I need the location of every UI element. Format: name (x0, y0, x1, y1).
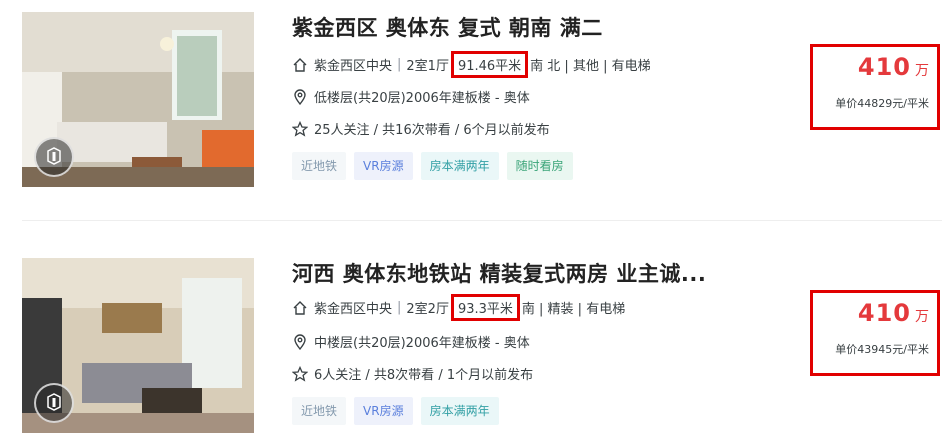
details-text: 南 | 精装 | 有电梯 (521, 302, 626, 317)
area-text: 91.46平米 (457, 59, 522, 74)
location-pin-icon (292, 333, 308, 350)
tag-list: 近地铁 VR房源 房本满两年 (292, 397, 499, 425)
total-price: 410 万 (858, 53, 929, 81)
separator: | (397, 57, 402, 72)
star-icon (291, 365, 309, 382)
floor-info-text[interactable]: 中楼层(共20层)2006年建板楼 - 奥体 (314, 332, 530, 351)
community-link[interactable]: 紫金西区中央 (314, 55, 392, 74)
house-info-row: 紫金西区中央 | 2室2厅 93.3平米 南 | 精装 | 有电梯 (292, 294, 625, 321)
listing-photo[interactable] (22, 258, 254, 433)
tag-vr: VR房源 (354, 397, 413, 425)
listing-divider (22, 220, 942, 221)
listing-title[interactable]: 河西 奥体东地铁站 精装复式两房 业主诚... (292, 258, 706, 288)
position-info-row: 低楼层(共20层)2006年建板楼 - 奥体 (292, 87, 530, 106)
area-highlight: 91.46平米 (450, 51, 529, 78)
tag-anytime-viewing: 随时看房 (506, 152, 573, 180)
position-info-row: 中楼层(共20层)2006年建板楼 - 奥体 (292, 332, 530, 351)
price-highlight-box: 410 万 单价43945元/平米 (810, 290, 940, 376)
details-text: 南 北 | 其他 | 有电梯 (530, 59, 651, 74)
floor-info-text[interactable]: 低楼层(共20层)2006年建板楼 - 奥体 (314, 87, 530, 106)
location-pin-icon (292, 88, 308, 105)
listing-title[interactable]: 紫金西区 奥体东 复式 朝南 满二 (292, 12, 603, 42)
tag-vr: VR房源 (354, 152, 413, 180)
total-price-value: 410 (857, 53, 911, 81)
vr-badge-icon (34, 137, 74, 177)
layout-text: 2室2厅 (406, 302, 449, 317)
area-highlight: 93.3平米 (450, 294, 520, 321)
unit-price: 单价43945元/平米 (835, 343, 929, 356)
tag-list: 近地铁 VR房源 房本满两年 随时看房 (292, 152, 573, 180)
separator: | (397, 300, 402, 315)
total-price-unit: 万 (915, 309, 929, 325)
price-highlight-box: 410 万 单价44829元/平米 (810, 44, 940, 130)
vr-badge-icon (34, 383, 74, 423)
house-icon (292, 57, 308, 73)
follow-info-text: 6人关注 / 共8次带看 / 1个月以前发布 (314, 368, 534, 383)
total-price-unit: 万 (915, 63, 929, 79)
total-price-value: 410 (857, 299, 911, 327)
follow-info-row: 25人关注 / 共16次带看 / 6个月以前发布 (291, 119, 550, 138)
listing-photo[interactable] (22, 12, 254, 187)
layout-text: 2室1厅 (406, 59, 449, 74)
tag-near-subway: 近地铁 (292, 152, 347, 180)
star-icon (291, 120, 309, 137)
community-link[interactable]: 紫金西区中央 (314, 298, 392, 317)
follow-info-row: 6人关注 / 共8次带看 / 1个月以前发布 (291, 364, 534, 383)
house-info-row: 紫金西区中央 | 2室1厅 91.46平米 南 北 | 其他 | 有电梯 (292, 51, 651, 78)
tag-two-years: 房本满两年 (420, 152, 499, 180)
tag-near-subway: 近地铁 (292, 397, 347, 425)
unit-price: 单价44829元/平米 (835, 97, 929, 110)
total-price: 410 万 (858, 299, 929, 327)
tag-two-years: 房本满两年 (420, 397, 499, 425)
follow-info-text: 25人关注 / 共16次带看 / 6个月以前发布 (314, 123, 550, 138)
house-icon (292, 300, 308, 316)
area-text: 93.3平米 (457, 302, 513, 317)
